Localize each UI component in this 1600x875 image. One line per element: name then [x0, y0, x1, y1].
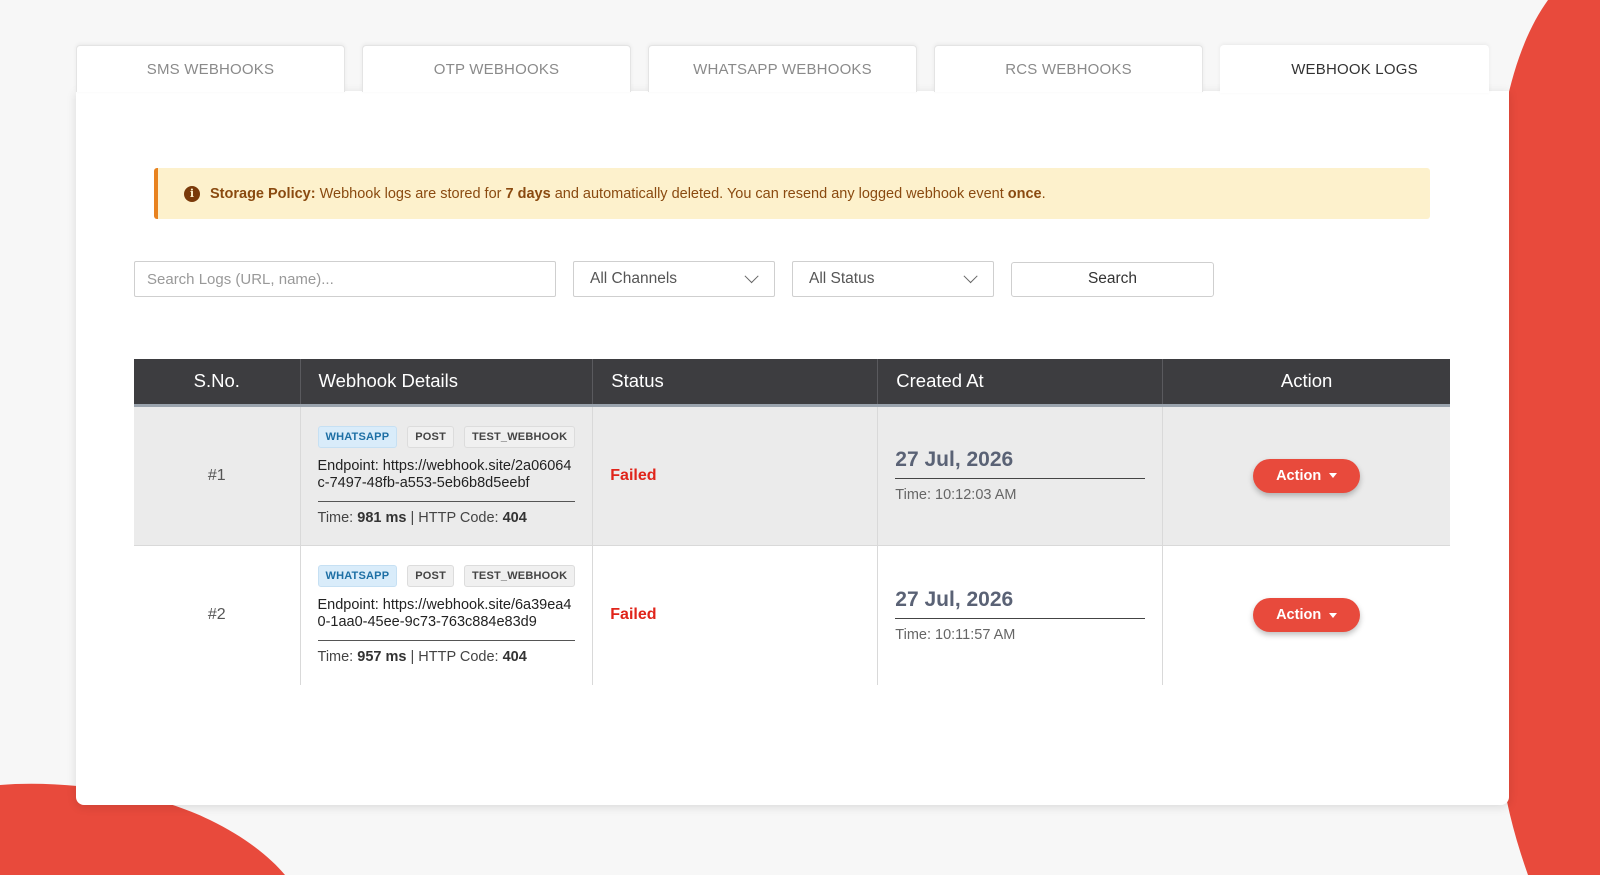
time-label: Time:: [317, 509, 358, 526]
tab-whatsapp-webhooks[interactable]: WHATSAPP WEBHOOKS: [648, 45, 917, 92]
tab-bar: SMS WEBHOOKS OTP WEBHOOKS WHATSAPP WEBHO…: [76, 45, 1489, 93]
row-status: Failed: [592, 405, 879, 546]
header-webhook-details: Webhook Details: [300, 359, 594, 407]
chevron-down-icon: [963, 269, 978, 284]
status-failed-text: Failed: [610, 606, 657, 624]
chevron-down-icon: [744, 269, 759, 284]
channel-badge: WHATSAPP: [317, 565, 398, 588]
status-select[interactable]: All Status: [792, 261, 994, 297]
row-created-at: 27 Jul, 2026 Time: 10:12:03 AM: [877, 405, 1164, 546]
info-icon: i: [184, 185, 200, 202]
webhook-name-badge: TEST_WEBHOOK: [463, 565, 576, 588]
header-sno: S.No.: [134, 359, 301, 407]
header-created-at: Created At: [877, 359, 1164, 407]
endpoint-text: Endpoint: https://webhook.site/6a39ea40-…: [317, 597, 576, 642]
action-button-label: Action: [1276, 467, 1322, 484]
method-badge: POST: [407, 565, 454, 588]
row-sno: #1: [134, 405, 301, 546]
http-code: 404: [502, 649, 527, 666]
row-action: Action: [1162, 405, 1450, 546]
notice-text: Storage Policy: Webhook logs are stored …: [210, 186, 1046, 202]
method-badge: POST: [407, 425, 454, 448]
table-row: #2 WHATSAPP POST TEST_WEBHOOK Endpoint: …: [134, 545, 1450, 685]
row-status: Failed: [592, 545, 879, 685]
created-time: Time: 10:11:57 AM: [895, 626, 1016, 643]
http-code: 404: [502, 509, 527, 526]
http-label: | HTTP Code:: [406, 509, 503, 526]
channel-select[interactable]: All Channels: [573, 261, 775, 297]
notice-once: once: [1007, 185, 1042, 202]
created-date: 27 Jul, 2026: [895, 588, 1146, 619]
notice-days: 7 days: [505, 185, 551, 202]
caret-down-icon: [1329, 612, 1338, 618]
notice-title: Storage Policy:: [210, 185, 316, 202]
response-meta: Time: 981 ms | HTTP Code: 404: [318, 510, 576, 526]
notice-text-part: .: [1041, 185, 1046, 202]
channel-badge: WHATSAPP: [317, 425, 398, 448]
notice-text-part: and automatically deleted. You can resen…: [550, 185, 1008, 202]
http-label: | HTTP Code:: [406, 649, 503, 666]
response-time: 981 ms: [357, 509, 407, 526]
response-time: 957 ms: [357, 649, 407, 666]
action-button-label: Action: [1276, 607, 1322, 624]
row-webhook-details: WHATSAPP POST TEST_WEBHOOK Endpoint: htt…: [300, 405, 594, 546]
status-select-value: All Status: [809, 270, 875, 287]
caret-down-icon: [1329, 473, 1338, 478]
filter-bar: All Channels All Status Search: [134, 261, 1214, 297]
row-webhook-details: WHATSAPP POST TEST_WEBHOOK Endpoint: htt…: [300, 545, 594, 685]
time-label: Time:: [317, 649, 358, 666]
notice-text-part: Webhook logs are stored for: [315, 185, 506, 202]
main-card: i Storage Policy: Webhook logs are store…: [76, 91, 1509, 805]
tab-rcs-webhooks[interactable]: RCS WEBHOOKS: [934, 45, 1203, 92]
row-created-at: 27 Jul, 2026 Time: 10:11:57 AM: [877, 545, 1164, 685]
action-dropdown-button[interactable]: Action: [1253, 458, 1361, 493]
webhook-name-badge: TEST_WEBHOOK: [463, 425, 576, 448]
row-sno: #2: [134, 545, 301, 685]
header-action: Action: [1162, 359, 1450, 407]
channel-select-value: All Channels: [590, 270, 678, 287]
header-status: Status: [592, 359, 879, 407]
table-row: #1 WHATSAPP POST TEST_WEBHOOK Endpoint: …: [134, 405, 1450, 546]
endpoint-text: Endpoint: https://webhook.site/2a06064c-…: [317, 458, 576, 502]
created-date: 27 Jul, 2026: [895, 448, 1146, 479]
storage-policy-notice: i Storage Policy: Webhook logs are store…: [154, 168, 1430, 219]
webhook-logs-table: S.No. Webhook Details Status Created At …: [134, 359, 1450, 685]
search-button[interactable]: Search: [1011, 261, 1214, 297]
tab-webhook-logs[interactable]: WEBHOOK LOGS: [1220, 45, 1489, 93]
response-meta: Time: 957 ms | HTTP Code: 404: [318, 649, 576, 665]
badge-group: WHATSAPP POST TEST_WEBHOOK: [317, 425, 576, 448]
table-header-row: S.No. Webhook Details Status Created At …: [134, 359, 1450, 407]
status-failed-text: Failed: [610, 466, 657, 484]
row-action: Action: [1162, 545, 1450, 685]
created-time: Time: 10:12:03 AM: [895, 487, 1017, 503]
search-logs-input[interactable]: [134, 261, 556, 297]
action-dropdown-button[interactable]: Action: [1253, 598, 1361, 633]
tab-sms-webhooks[interactable]: SMS WEBHOOKS: [76, 45, 345, 92]
badge-group: WHATSAPP POST TEST_WEBHOOK: [317, 565, 576, 588]
tab-otp-webhooks[interactable]: OTP WEBHOOKS: [362, 45, 631, 92]
